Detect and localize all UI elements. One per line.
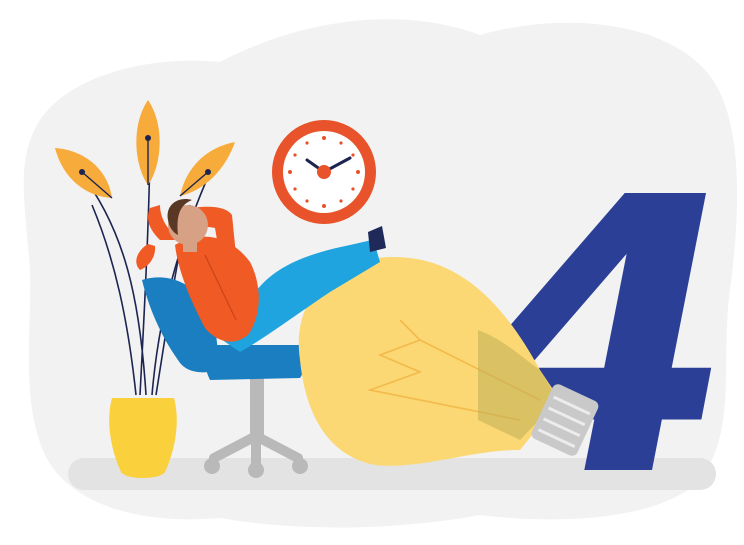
- relaxing-illustration: 4: [23, 19, 738, 545]
- vase: [109, 398, 177, 478]
- clock-icon: [272, 120, 376, 224]
